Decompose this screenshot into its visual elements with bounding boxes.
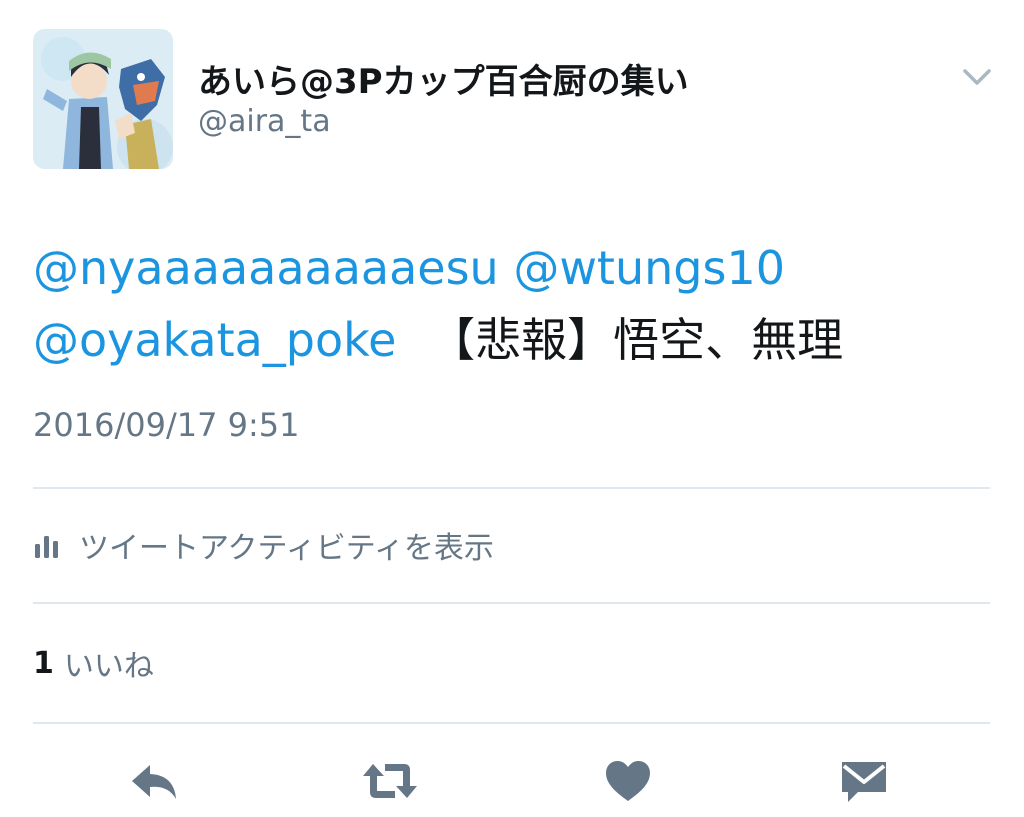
reply-icon <box>128 761 180 805</box>
tweet-timestamp[interactable]: 2016/09/17 9:51 <box>33 406 299 444</box>
chevron-down-icon[interactable] <box>960 60 994 94</box>
like-button[interactable] <box>600 758 656 808</box>
likes-count: 1 <box>33 645 54 681</box>
retweet-button[interactable] <box>362 758 418 808</box>
mention-link[interactable]: @nyaaaaaaaaaaesu <box>33 241 499 295</box>
mention-link[interactable]: @wtungs10 <box>513 241 785 295</box>
retweet-icon <box>361 760 419 806</box>
tweet-activity-link[interactable]: ツイートアクティビティを表示 <box>33 520 494 570</box>
reply-button[interactable] <box>126 758 182 808</box>
mention-link[interactable]: @oyakata_poke <box>33 313 396 367</box>
heart-icon <box>604 759 652 807</box>
divider <box>33 487 990 489</box>
tweet-activity-label: ツイートアクティビティを表示 <box>79 531 494 566</box>
direct-message-button[interactable] <box>836 758 892 808</box>
avatar[interactable] <box>33 29 173 169</box>
tweet-body-text: 【悲報】悟空、無理 <box>429 313 844 367</box>
envelope-icon <box>838 758 890 808</box>
likes-label: いいね <box>63 649 154 684</box>
divider <box>33 602 990 604</box>
author-display-name[interactable]: あいら@3Pカップ百合厨の集い <box>198 54 689 103</box>
analytics-icon <box>33 530 63 560</box>
tweet-text: @nyaaaaaaaaaaesu @wtungs10 @oyakata_poke… <box>33 232 993 376</box>
author-handle[interactable]: @aira_ta <box>198 104 331 139</box>
divider <box>33 722 990 724</box>
likes-stat[interactable]: 1 いいね <box>33 640 154 686</box>
